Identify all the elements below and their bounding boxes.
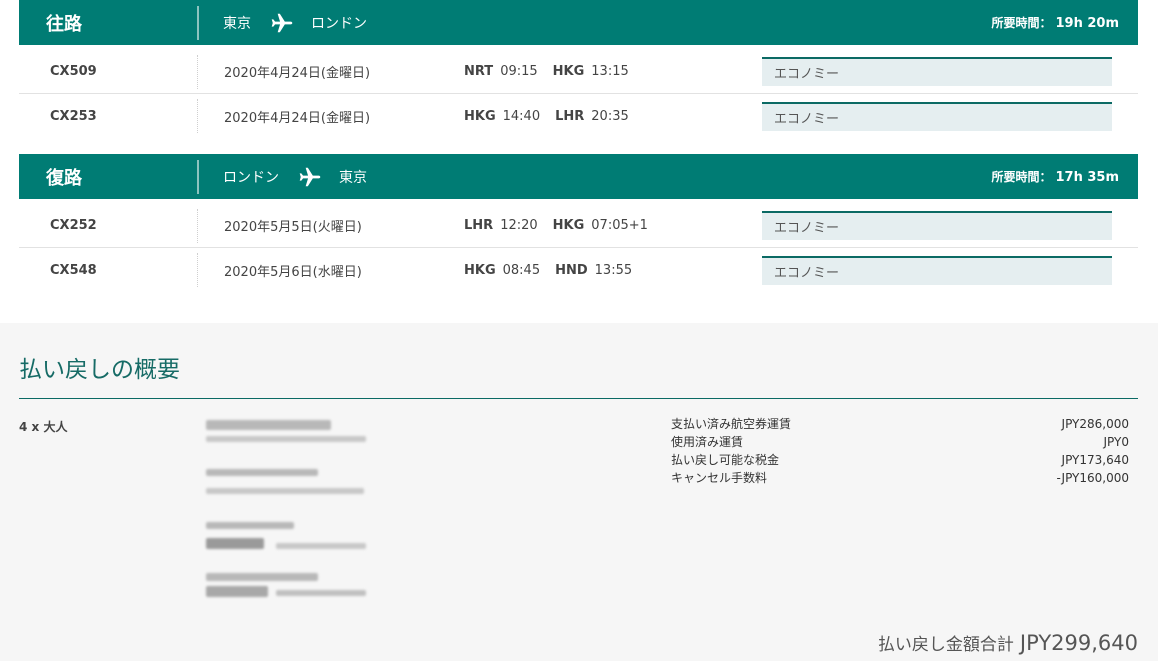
redacted-text [206, 436, 366, 442]
arrival-time: 13:55 [594, 262, 633, 278]
flight-date: 2020年5月6日(水曜日) [224, 264, 362, 280]
cabin-class: エコノミー [762, 255, 1112, 285]
departure-airport: NRT [464, 64, 494, 79]
airplane-icon [299, 167, 321, 186]
charge-amount: JPY0 [1103, 435, 1129, 449]
redacted-text [206, 488, 364, 494]
arrival-time: 07:05+1 [591, 218, 648, 233]
flight-row: CX252 2020年5月5日(火曜日) LHR 12:20 HKG 07:05+1 … [19, 204, 1138, 248]
flight-number: CX548 [50, 262, 97, 278]
total-value: JPY299,640 [1019, 631, 1138, 655]
outbound-route: 東京 ロンドン [199, 10, 991, 36]
summary-title: 払い戻しの概要 [19, 357, 180, 383]
flight-number: CX253 [50, 108, 97, 124]
arrival-airport: HND [555, 262, 588, 278]
redacted-text [206, 538, 264, 549]
cabin-class: エコノミー [762, 211, 1112, 240]
redacted-text [206, 586, 268, 597]
flight-row: CX548 2020年5月6日(水曜日) HKG 08:45 HND 13:55 エコ… [19, 248, 1138, 292]
charge-label: キャンセル手数料 [671, 471, 768, 485]
charge-amount: JPY173,640 [1061, 453, 1129, 467]
flight-times: LHR 12:20 HKG 07:05+1 [464, 218, 762, 233]
inbound-route: ロンドン 東京 [199, 164, 991, 190]
inbound-duration: 所要時間： 17h 35m [991, 168, 1138, 185]
departure-airport: HKG [464, 262, 496, 278]
refund-summary: 払い戻しの概要 4 x 大人 支払い済み航空券運賃 JPY286,000 使用済… [0, 323, 1158, 661]
departure-time: 14:40 [502, 108, 541, 124]
arrival-airport: HKG [552, 218, 585, 233]
departure-airport: LHR [464, 218, 494, 233]
flight-date: 2020年4月24日(金曜日) [224, 110, 371, 126]
origin-city: 東京 [223, 15, 251, 32]
duration-value: 19h 20m [1055, 16, 1119, 31]
flight-row: CX253 2020年4月24日(金曜日) HKG 14:40 LHR 20:35 エ… [19, 94, 1138, 138]
cabin-class: エコノミー [762, 101, 1112, 131]
duration-value: 17h 35m [1055, 170, 1119, 185]
charge-label: 支払い済み航空券運賃 [671, 417, 792, 431]
arrival-time: 13:15 [591, 64, 629, 79]
inbound-header: 復路 ロンドン 東京 所要時間： 17h 35m [19, 154, 1138, 199]
airplane-icon [271, 13, 293, 32]
flight-number: CX252 [50, 218, 97, 233]
passenger-count: 4 x 大人 [19, 420, 68, 434]
charge-label: 使用済み運賃 [671, 435, 744, 449]
redacted-text [276, 543, 366, 549]
charge-row: 払い戻し可能な税金 JPY173,640 [671, 451, 1129, 469]
flight-date: 2020年5月5日(火曜日) [224, 220, 362, 235]
destination-city: ロンドン [311, 15, 367, 32]
refund-total: 払い戻し金額合計 JPY299,640 [878, 630, 1138, 655]
origin-city: ロンドン [223, 169, 279, 186]
total-label: 払い戻し金額合計 [877, 635, 1014, 655]
outbound-label: 往路 [46, 13, 82, 35]
flight-number: CX509 [50, 64, 97, 79]
inbound-label: 復路 [46, 167, 82, 189]
arrival-airport: LHR [555, 108, 585, 124]
arrival-airport: HKG [552, 64, 585, 79]
flight-times: HKG 08:45 HND 13:55 [464, 263, 762, 278]
charge-amount: -JPY160,000 [1056, 471, 1129, 485]
outbound-duration: 所要時間： 19h 20m [991, 14, 1138, 31]
summary-divider [19, 398, 1138, 399]
charge-row: 支払い済み航空券運賃 JPY286,000 [671, 415, 1129, 433]
arrival-time: 20:35 [591, 108, 629, 124]
charge-label: 払い戻し可能な税金 [671, 453, 780, 467]
cabin-class: エコノミー [762, 57, 1112, 86]
duration-label: 所要時間： [991, 16, 1052, 30]
charge-row: 使用済み運賃 JPY0 [671, 433, 1129, 451]
charge-amount: JPY286,000 [1061, 417, 1129, 431]
redacted-text [206, 573, 318, 581]
departure-time: 12:20 [500, 218, 538, 233]
redacted-text [276, 590, 366, 596]
flight-times: NRT 09:15 HKG 13:15 [464, 64, 762, 79]
departure-time: 08:45 [502, 262, 541, 278]
destination-city: 東京 [339, 169, 367, 186]
departure-time: 09:15 [500, 64, 538, 79]
flight-times: HKG 14:40 LHR 20:35 [464, 109, 762, 124]
booking-page: 往路 東京 ロンドン 所要時間： 19h 20m CX509 2020年4月24日… [0, 0, 1158, 661]
redacted-text [206, 420, 331, 430]
outbound-header: 往路 東京 ロンドン 所要時間： 19h 20m [19, 0, 1138, 45]
redacted-text [206, 469, 318, 476]
refund-charges: 支払い済み航空券運賃 JPY286,000 使用済み運賃 JPY0 払い戻し可能… [671, 415, 1129, 487]
duration-label: 所要時間： [991, 170, 1052, 184]
departure-airport: HKG [464, 108, 496, 124]
flight-date: 2020年4月24日(金曜日) [224, 66, 371, 81]
flight-row: CX509 2020年4月24日(金曜日) NRT 09:15 HKG 13:15 エ… [19, 50, 1138, 94]
charge-row: キャンセル手数料 -JPY160,000 [671, 469, 1129, 487]
redacted-text [206, 522, 294, 529]
